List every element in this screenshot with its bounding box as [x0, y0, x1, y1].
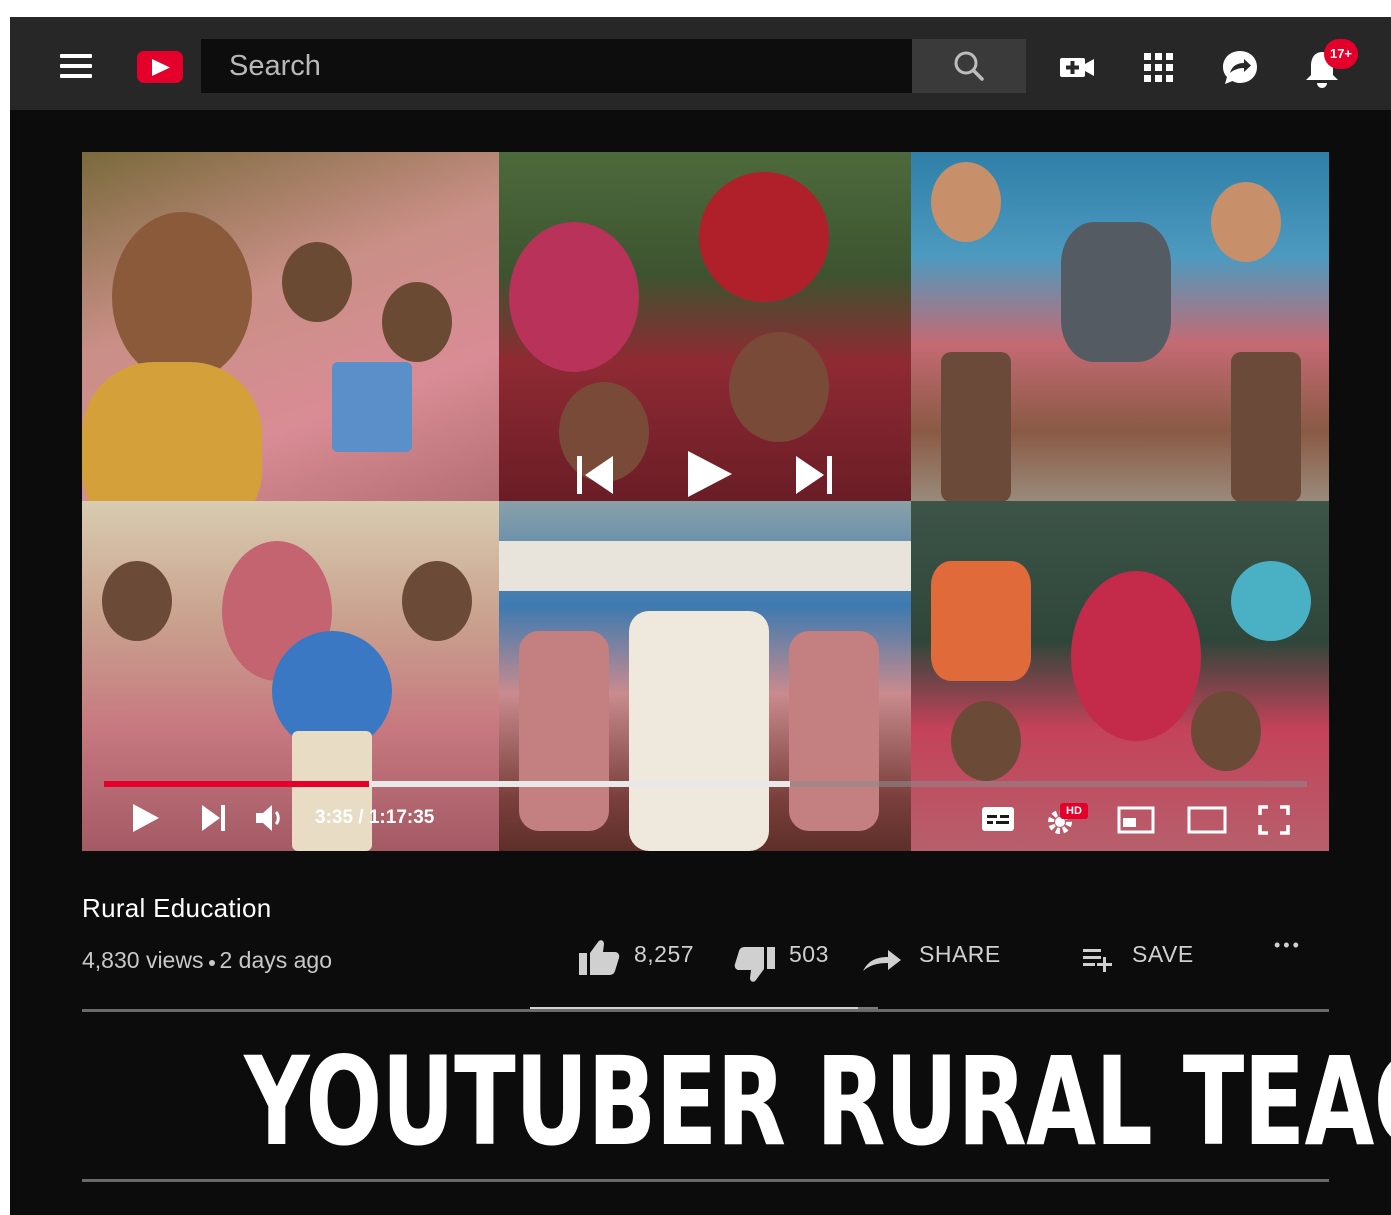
thumbnail-tile [82, 501, 499, 851]
create-video-icon[interactable] [1058, 47, 1098, 87]
captions-icon[interactable] [981, 806, 1015, 837]
miniplayer-icon[interactable] [1117, 806, 1155, 839]
play-small-icon[interactable] [132, 802, 160, 839]
headline: YOUTUBER RURAL TEACHERS [244, 1031, 1391, 1173]
play-icon[interactable] [686, 449, 734, 504]
next-icon[interactable] [794, 454, 834, 501]
thumbs-down-icon [734, 947, 775, 982]
prev-icon[interactable] [575, 454, 615, 501]
thumbnail-tile [499, 501, 911, 851]
top-bar: 17+ [10, 17, 1391, 110]
divider [82, 1009, 1329, 1012]
menu-icon[interactable] [60, 54, 92, 78]
dislike-count: 503 [789, 941, 829, 967]
played-fill [104, 781, 369, 787]
thumbnail-tile [911, 501, 1329, 851]
thumbs-up-icon [579, 940, 620, 975]
save-label: SAVE [1132, 941, 1194, 967]
search-button[interactable] [912, 39, 1026, 93]
volume-icon[interactable] [254, 802, 288, 839]
apps-grid-icon[interactable] [1139, 47, 1179, 87]
search-input[interactable] [201, 39, 912, 93]
theater-icon[interactable] [1187, 806, 1227, 839]
skip-icon[interactable] [201, 802, 227, 839]
search-icon [954, 51, 984, 81]
upload-age: 2 days ago [219, 947, 332, 973]
like-count: 8,257 [634, 941, 695, 967]
share-label: SHARE [919, 941, 1001, 967]
thumbnail-tile [911, 152, 1329, 501]
view-count: 4,830 views [82, 947, 204, 973]
playlist-add-icon [1083, 949, 1112, 972]
logo-play-icon[interactable] [137, 51, 183, 83]
share-icon [863, 950, 901, 971]
progress-bar[interactable] [104, 781, 1307, 787]
more-actions-button[interactable]: ••• [1274, 935, 1302, 956]
divider [82, 1179, 1329, 1182]
video-meta: 4,830 views 2 days ago [82, 947, 332, 974]
messages-icon[interactable] [1220, 47, 1260, 87]
video-title: Rural Education [82, 893, 272, 923]
fullscreen-icon[interactable] [1258, 805, 1290, 840]
search-field [201, 39, 912, 93]
time-display: 3:35 / 1:17:35 [315, 807, 435, 828]
thumbnail-tile [82, 152, 499, 501]
app-window: 17+ [10, 17, 1391, 1215]
hd-badge: HD [1060, 803, 1088, 819]
video-player[interactable]: 3:35 / 1:17:35 HD [82, 152, 1329, 851]
notification-badge: 17+ [1324, 39, 1358, 69]
